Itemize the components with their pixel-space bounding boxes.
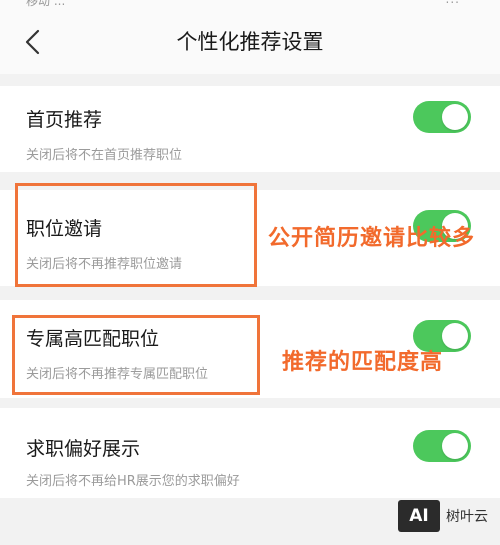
setting-row-preference-display: 求职偏好展示 关闭后将不再给HR展示您的求职偏好 <box>0 408 500 498</box>
annotation-text-match: 推荐的匹配度高 <box>282 350 444 375</box>
toggle-knob <box>442 323 468 349</box>
watermark: AI 树叶云 <box>398 500 498 536</box>
page-title: 个性化推荐设置 <box>176 30 324 54</box>
setting-row-home-recommend: 首页推荐 关闭后将不在首页推荐职位 <box>0 86 500 172</box>
status-bar: 移动 ... ... <box>0 0 500 8</box>
toggle-preference-display[interactable] <box>413 430 471 462</box>
setting-desc: 关闭后将不在首页推荐职位 <box>26 148 183 163</box>
toggle-home-recommend[interactable] <box>413 101 471 133</box>
nav-bar: 个性化推荐设置 <box>0 8 500 74</box>
status-right: ... <box>446 0 460 6</box>
setting-desc: 关闭后将不再给HR展示您的求职偏好 <box>26 474 240 489</box>
watermark-logo: AI <box>398 500 440 532</box>
setting-label: 求职偏好展示 <box>26 438 141 460</box>
annotation-box-exclusive-match <box>12 315 260 395</box>
setting-label: 首页推荐 <box>26 109 103 131</box>
annotation-box-job-invite <box>15 183 257 287</box>
watermark-text: 树叶云 <box>446 509 488 525</box>
annotation-text-invite: 公开简历邀请比较多 <box>268 226 476 251</box>
status-left: 移动 ... <box>26 0 66 8</box>
toggle-knob <box>442 104 468 130</box>
toggle-knob <box>442 433 468 459</box>
